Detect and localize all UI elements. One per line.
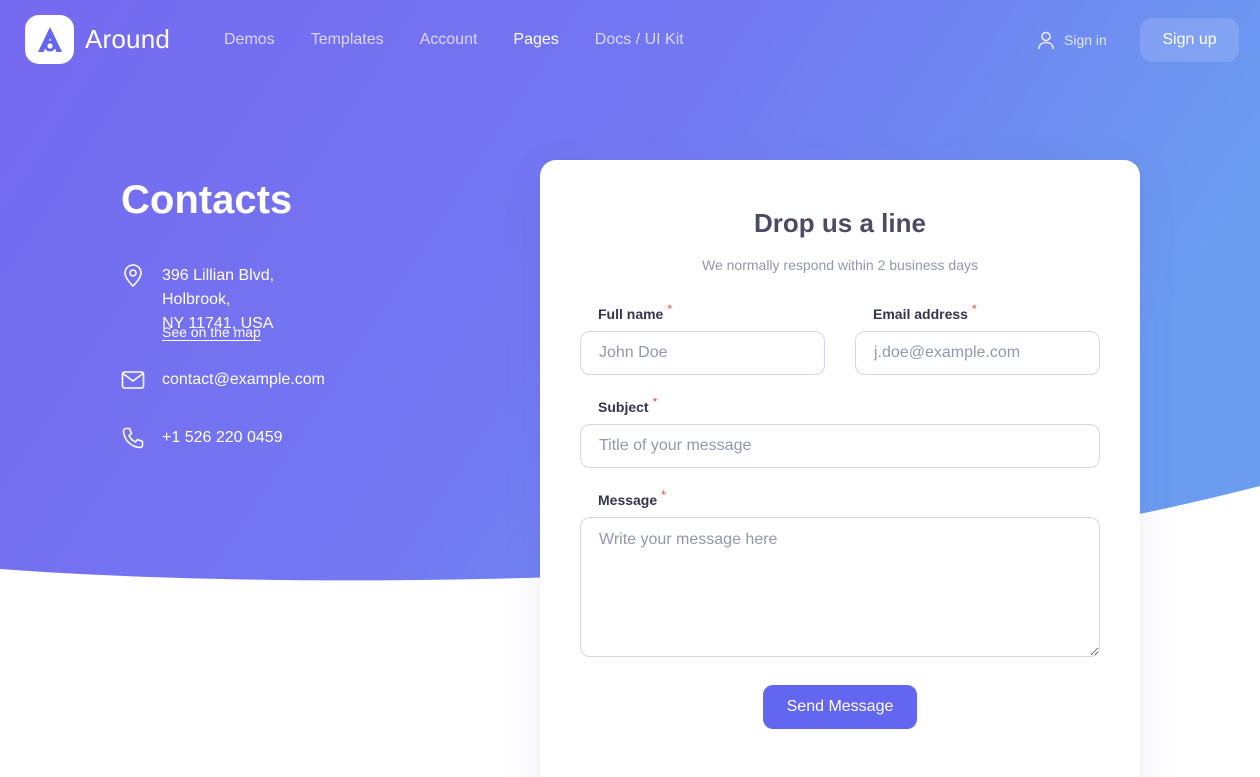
nav-item-templates[interactable]: Templates — [311, 30, 384, 50]
brand-logo[interactable]: Around — [25, 15, 170, 64]
form-title: Drop us a line — [754, 208, 926, 238]
message-label: Message * — [598, 488, 666, 508]
nav-item-demos[interactable]: Demos — [224, 30, 275, 50]
see-on-map-link[interactable]: See on the map — [162, 324, 261, 340]
subject-label-text: Subject — [598, 399, 649, 415]
email-input[interactable] — [855, 331, 1100, 375]
email-link[interactable]: contact@example.com — [162, 368, 325, 392]
required-mark: * — [971, 302, 977, 316]
fullname-label: Full name * — [598, 302, 672, 322]
main-nav: Demos Templates Account Pages Docs / UI … — [224, 30, 720, 50]
contact-email: contact@example.com — [121, 368, 325, 392]
nav-item-docs[interactable]: Docs / UI Kit — [595, 30, 684, 50]
fullname-input[interactable] — [580, 331, 825, 375]
contact-phone: +1 526 220 0459 — [121, 426, 283, 450]
message-label-text: Message — [598, 492, 658, 508]
page-title: Contacts — [121, 178, 293, 222]
email-label: Email address * — [873, 302, 977, 322]
user-icon — [1038, 31, 1054, 50]
nav-item-pages[interactable]: Pages — [513, 30, 558, 50]
message-textarea[interactable] — [580, 517, 1100, 657]
around-logo-icon — [25, 15, 74, 64]
sign-in-label: Sign in — [1064, 32, 1107, 48]
subject-label: Subject * — [598, 395, 657, 415]
contact-form-card: Drop us a line We normally respond withi… — [540, 160, 1140, 777]
email-label-text: Email address — [873, 306, 968, 322]
mail-icon — [121, 371, 145, 389]
sign-up-button[interactable]: Sign up — [1140, 18, 1239, 62]
sign-in-link[interactable]: Sign in — [1037, 30, 1107, 50]
phone-link[interactable]: +1 526 220 0459 — [162, 426, 283, 450]
send-message-button[interactable]: Send Message — [763, 685, 917, 729]
fullname-label-text: Full name — [598, 306, 664, 322]
required-mark: * — [652, 395, 658, 409]
brand-name: Around — [85, 24, 171, 54]
top-navbar: Around Demos Templates Account Pages Doc… — [0, 0, 1260, 80]
map-pin-icon — [124, 264, 142, 288]
subject-input[interactable] — [580, 424, 1100, 468]
contacts-section: Contacts 396 Lillian Blvd, Holbrook, NY … — [121, 177, 325, 449]
address-line-1: 396 Lillian Blvd, Holbrook, — [162, 267, 275, 308]
form-subtitle: We normally respond within 2 business da… — [702, 257, 978, 273]
required-mark: * — [667, 302, 673, 316]
nav-item-account[interactable]: Account — [420, 30, 478, 50]
phone-icon — [122, 427, 144, 449]
required-mark: * — [661, 488, 666, 502]
